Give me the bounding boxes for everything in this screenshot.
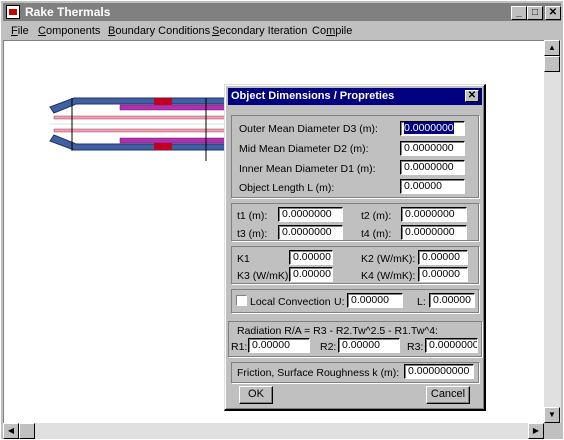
window-title: Rake Thermals: [25, 5, 111, 19]
minimize-button[interactable]: _: [511, 6, 527, 20]
red-block-top: [154, 98, 172, 105]
local-convection-label: Local Convection: [250, 296, 331, 308]
app-icon[interactable]: [6, 5, 20, 19]
object-dimensions-dialog: Object Dimensions / Propreties ✕ Outer M…: [224, 84, 486, 411]
horizontal-scroll-thumb[interactable]: [19, 423, 35, 439]
inner-diameter-label: Inner Mean Diameter D1 (m):: [239, 163, 376, 175]
object-length-field[interactable]: 0.00000: [400, 179, 465, 194]
t1-field[interactable]: 0.0000000: [278, 207, 343, 222]
inner-diameter-field[interactable]: 0.0000000: [400, 160, 465, 175]
dialog-title-bar[interactable]: Object Dimensions / Propreties ✕: [228, 88, 482, 105]
horizontal-scrollbar[interactable]: ◀ ▶: [3, 423, 544, 439]
object-length-label: Object Length L (m):: [239, 182, 335, 194]
k4-field[interactable]: 0.00000: [418, 267, 468, 282]
t4-label: t4 (m):: [361, 228, 392, 240]
close-button[interactable]: ✕: [545, 6, 561, 20]
r3-field[interactable]: 0.0000000: [425, 338, 478, 353]
vertical-scrollbar[interactable]: ▲ ▼: [544, 40, 561, 423]
ok-button[interactable]: OK: [239, 386, 273, 404]
size-grip[interactable]: [544, 423, 561, 439]
scroll-up-icon[interactable]: ▲: [544, 40, 560, 56]
mid-diameter-field[interactable]: 0.0000000: [400, 141, 465, 156]
k1-label: K1: [237, 253, 250, 265]
inner-pipe-bottom: [53, 128, 227, 133]
t2-field[interactable]: 0.0000000: [401, 207, 467, 222]
r1-field[interactable]: 0.00000: [248, 338, 310, 353]
k3-label: K3 (W/mK):: [237, 270, 292, 282]
scroll-right-icon[interactable]: ▶: [528, 423, 544, 439]
menu-boundary-conditions[interactable]: Boundary Conditions: [108, 22, 210, 40]
t3-label: t3 (m):: [237, 228, 268, 240]
local-convection-checkbox[interactable]: [236, 295, 247, 306]
scroll-down-icon[interactable]: ▼: [544, 407, 560, 423]
r3-label: R3:: [407, 341, 424, 353]
k4-label: K4 (W/mK):: [361, 270, 416, 282]
inner-pipe-top: [53, 115, 227, 120]
mid-pipe-bottom: [119, 137, 227, 144]
outer-diameter-field[interactable]: 0.0000000: [400, 121, 465, 136]
t2-label: t2 (m):: [361, 210, 392, 222]
dialog-title: Object Dimensions / Propreties: [231, 90, 395, 102]
menu-bar: File Components Boundary Conditions Seco…: [3, 22, 561, 40]
k1-field[interactable]: 0.00000: [289, 250, 333, 265]
t1-label: t1 (m):: [237, 210, 268, 222]
k2-field[interactable]: 0.00000: [418, 250, 468, 265]
radiation-title: Radiation R/A = R3 - R2.Tw^2.5 - R1.Tw^4…: [237, 325, 438, 337]
scroll-left-icon[interactable]: ◀: [3, 423, 19, 439]
t3-field[interactable]: 0.0000000: [278, 225, 343, 240]
menu-components[interactable]: Components: [38, 22, 100, 40]
l-label: L:: [417, 296, 426, 308]
l-field[interactable]: 0.00000: [429, 293, 475, 308]
maximize-button[interactable]: □: [527, 6, 543, 20]
title-bar: Rake Thermals _ □ ✕: [3, 3, 561, 21]
u-field[interactable]: 0.00000: [347, 293, 403, 308]
menu-secondary-iteration[interactable]: Secondary Iteration: [212, 22, 307, 40]
r2-label: R2:: [320, 341, 337, 353]
friction-field[interactable]: 0.000000000: [404, 364, 474, 379]
r1-label: R1:: [231, 341, 248, 353]
k2-label: K2 (W/mK):: [361, 253, 416, 265]
friction-label: Friction, Surface Roughness k (m):: [237, 367, 400, 379]
k3-field[interactable]: 0.00000: [289, 267, 333, 282]
outer-diameter-label: Outer Mean Diameter D3 (m):: [239, 123, 378, 135]
vertical-scroll-thumb[interactable]: [544, 56, 560, 72]
mid-diameter-label: Mid Mean Diameter D2 (m):: [239, 143, 369, 155]
dialog-close-icon[interactable]: ✕: [465, 90, 479, 102]
r2-field[interactable]: 0.00000: [338, 338, 400, 353]
t4-field[interactable]: 0.0000000: [401, 225, 467, 240]
menu-file[interactable]: File: [11, 22, 29, 40]
cancel-button[interactable]: Cancel: [426, 386, 470, 404]
u-label: U:: [334, 296, 345, 308]
menu-compile[interactable]: Compile: [312, 22, 352, 40]
mid-pipe-top: [119, 104, 227, 111]
red-block-bottom: [154, 143, 172, 150]
